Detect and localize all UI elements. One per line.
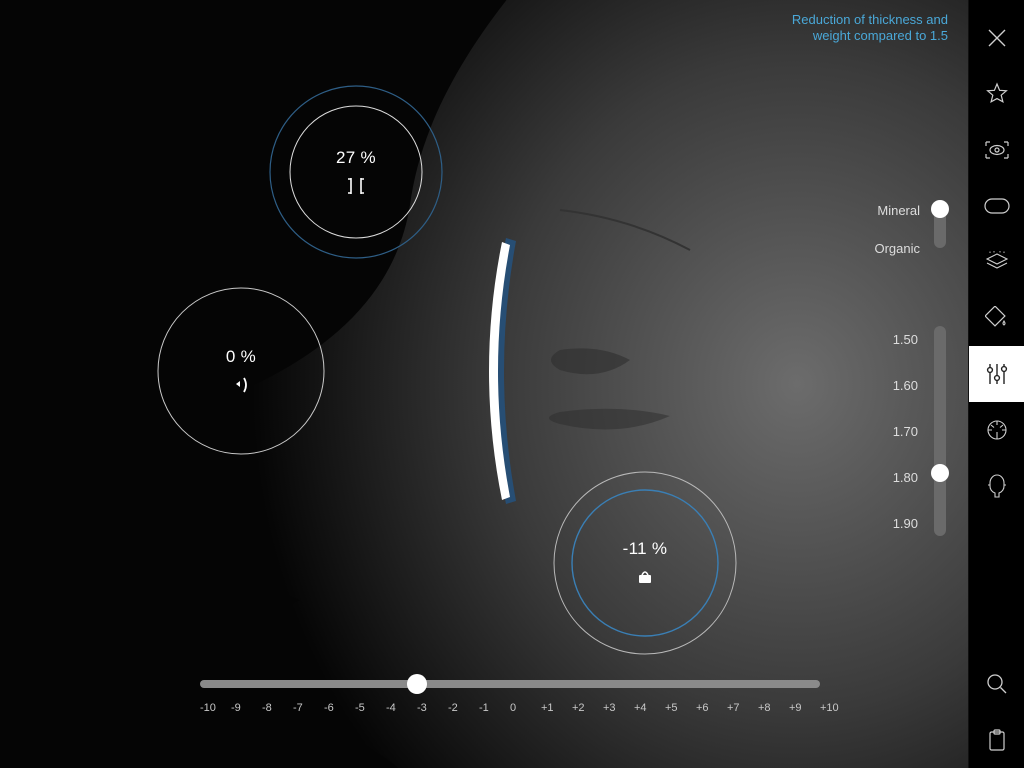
gauge-curvature: 0 % [156,286,326,456]
index-label: 1.90 [893,516,918,531]
index-sliders-button[interactable] [969,346,1024,402]
clipboard-icon [987,728,1007,752]
diopter-ticks: -10-9-8-7-6-5-4-3-2-10+1+2+3+4+5+6+7+8+9… [200,702,820,714]
favorite-button[interactable] [969,66,1024,122]
centering-button[interactable] [969,402,1024,458]
index-slider-track[interactable] [934,326,946,536]
index-label: 1.50 [893,332,918,347]
index-option-160[interactable]: 1.60 [846,362,946,408]
material-label: Organic [874,241,920,256]
search-icon [986,673,1008,695]
diopter-slider-track[interactable] [200,680,820,688]
gauge-thickness-rings [268,84,444,260]
index-label: 1.80 [893,470,918,485]
tint-icon [985,306,1009,330]
search-button[interactable] [969,656,1024,712]
tool-sidebar [968,0,1024,768]
eye-scan-icon [984,140,1010,160]
header-line2: weight compared to 1.5 [792,28,948,44]
layers-icon [984,251,1010,273]
sliders-icon [984,361,1010,387]
index-option-150[interactable]: 1.50 [846,316,946,362]
close-icon [986,27,1008,49]
gauge-thickness: 27 % [268,84,444,260]
head-icon [986,473,1008,499]
header-note: Reduction of thickness and weight compar… [792,12,948,44]
material-label: Mineral [877,203,920,218]
head-model-button[interactable] [969,458,1024,514]
lens-shape-button[interactable] [969,178,1024,234]
diopter-slider[interactable]: -10-9-8-7-6-5-4-3-2-10+1+2+3+4+5+6+7+8+9… [200,680,820,714]
gauge-curvature-rings [156,286,326,456]
lens-settings-panel: Mineral Organic 1.50 1.60 1.70 1.80 1.90 [846,200,946,546]
index-option-170[interactable]: 1.70 [846,408,946,454]
eye-scan-button[interactable] [969,122,1024,178]
close-button[interactable] [969,10,1024,66]
material-slider-thumb[interactable] [931,200,949,218]
face-profile [0,0,968,768]
coating-layers-button[interactable] [969,234,1024,290]
index-label: 1.60 [893,378,918,393]
clipboard-button[interactable] [969,712,1024,768]
viewport-3d[interactable] [0,0,968,768]
target-icon [985,418,1009,442]
header-line1: Reduction of thickness and [792,12,948,28]
index-option-190[interactable]: 1.90 [846,500,946,546]
index-slider-thumb[interactable] [931,464,949,482]
star-icon [985,82,1009,106]
lens-icon [983,197,1011,215]
index-label: 1.70 [893,424,918,439]
gauge-weight: -11 % [552,470,738,656]
gauge-weight-rings [552,470,738,656]
tint-button[interactable] [969,290,1024,346]
material-option-organic[interactable]: Organic [846,238,946,258]
diopter-slider-thumb[interactable] [407,674,427,694]
